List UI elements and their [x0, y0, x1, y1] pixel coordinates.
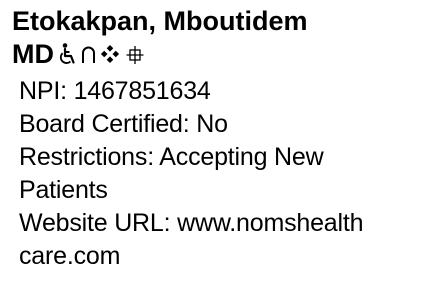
- crosshair-square-icon: [126, 38, 144, 70]
- website-url-text-continued: care.com: [19, 242, 121, 270]
- provider-degree: MD: [12, 39, 54, 69]
- wheelchair-accessible-icon: [58, 38, 78, 70]
- credentials-row: MD: [12, 38, 144, 70]
- provider-name: Etokakpan, Mboutidem: [12, 6, 308, 36]
- website-url-text: Website URL: www.nomshealth: [19, 209, 364, 237]
- restrictions-text-continued: Patients: [19, 176, 108, 204]
- provider-card: Etokakpan, Mboutidem MD NPI: 1467851634 …: [0, 0, 439, 292]
- intersection-icon: [81, 38, 96, 70]
- board-certified-text: Board Certified: No: [19, 110, 228, 138]
- diamond-cluster-icon: [99, 38, 121, 70]
- npi-text: NPI: 1467851634: [19, 77, 211, 105]
- restrictions-text: Restrictions: Accepting New: [19, 143, 324, 171]
